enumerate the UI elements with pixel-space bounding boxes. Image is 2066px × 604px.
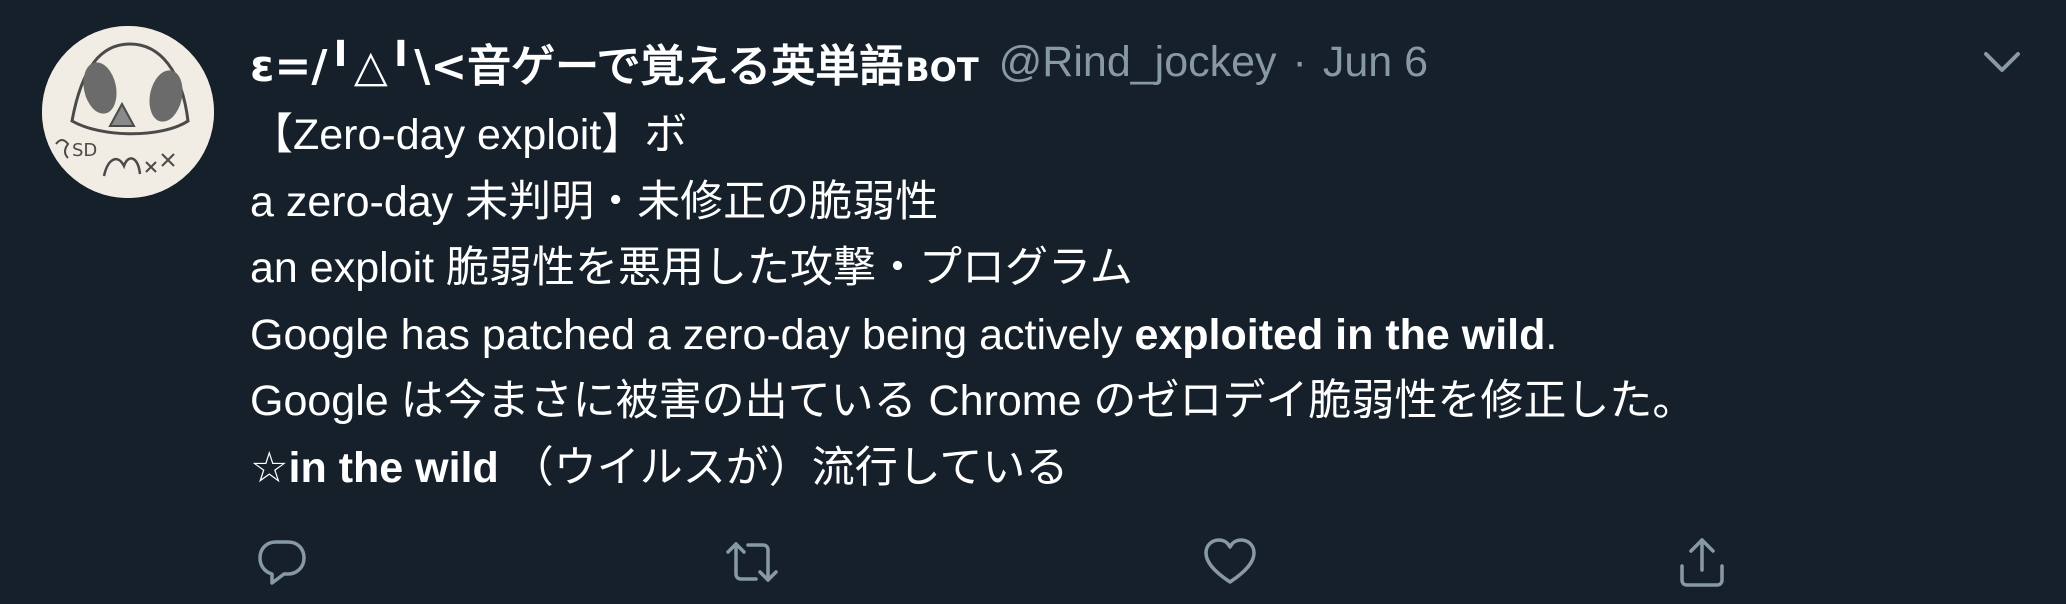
display-name-suffix: BOT [905,51,979,89]
tweet-line-6-bold: ☆in the wild [250,443,499,492]
retweet-icon [726,542,778,582]
display-name[interactable]: ε=/╹△╹\<音ゲーで覚える英単語BOT [250,30,979,94]
tweet-line-4-tail: . [1545,310,1558,359]
chevron-down-icon [1984,52,2020,72]
avatar[interactable]: SD [42,26,214,198]
like-button[interactable] [1200,532,1260,592]
tweet-line-4-normal: Google has patched a zero-day being acti… [250,310,1135,359]
tweet-text: 【Zero-day exploit】ボ a zero-day 未判明・未修正の脆… [250,102,1695,501]
tweet-line-4-bold: exploited in the wild [1134,310,1546,359]
retweet-button[interactable] [722,532,782,592]
tweet-line-4: Google has patched a zero-day being acti… [250,302,1695,369]
tweet-actions [0,532,2066,592]
tweet-line-3: an exploit 脆弱性を悪用した攻撃・プログラム [250,244,1133,292]
tweet-line-2: a zero-day 未判明・未修正の脆弱性 [250,177,939,226]
tweet-line-6: ☆in the wild （ウイルスが）流行している [250,435,1695,502]
more-options-button[interactable] [1980,44,2024,80]
display-name-text: ε=/╹△╹\<音ゲーで覚える英単語 [250,41,904,92]
user-handle[interactable]: @Rind_jockey [999,38,1277,87]
svg-text:SD: SD [72,140,97,161]
tweet-line-5: Google は今まさに被害の出ている Chrome のゼロデイ脆弱性を修正した… [250,377,1696,425]
separator-dot: · [1292,37,1307,86]
avatar-drawing-icon: SD [42,26,214,198]
reply-icon [258,540,306,585]
tweet-line-1: 【Zero-day exploit】ボ [250,111,688,159]
tweet-header: ε=/╹△╹\<音ゲーで覚える英単語BOT @Rind_jockey · Jun… [250,30,1428,94]
heart-icon [1204,538,1256,584]
share-button[interactable] [1672,532,1732,592]
tweet-line-6-normal: （ウイルスが）流行している [498,443,1069,492]
reply-button[interactable] [252,532,312,592]
tweet-date[interactable]: Jun 6 [1323,38,1428,87]
share-icon [1680,538,1724,587]
tweet: SD ε=/╹△╹\<音ゲーで覚える英単語BOT @Rind_jockey · … [0,0,2066,604]
